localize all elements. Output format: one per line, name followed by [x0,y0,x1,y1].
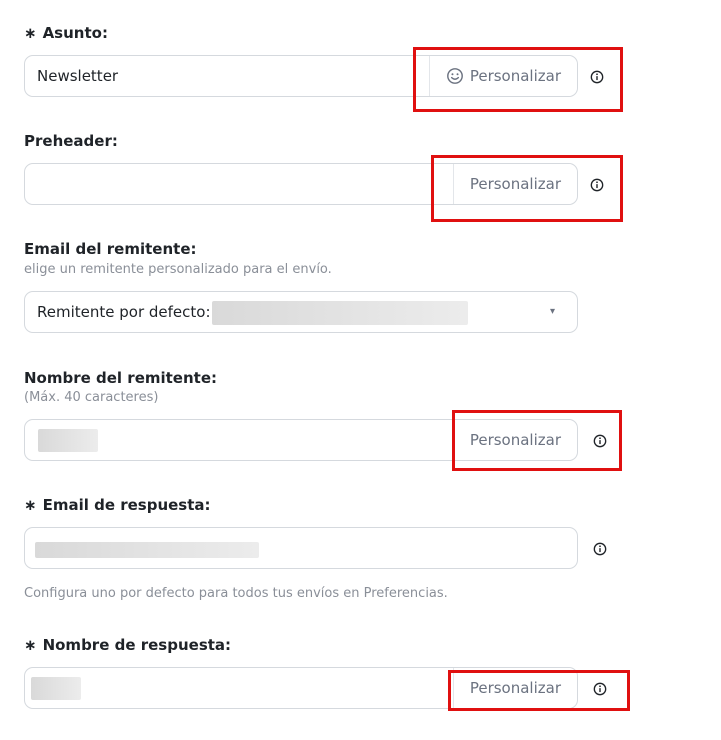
required-mark: ∗ [24,496,37,514]
highlight-box [413,47,623,112]
email-remitente-hint: elige un remitente personalizado para el… [24,262,332,277]
chevron-down-icon: ▾ [549,306,555,317]
info-circle-icon[interactable] [593,542,607,556]
redacted-email [212,301,468,325]
email-remitente-select[interactable]: Remitente por defecto: ▾ [24,291,578,333]
nombre-respuesta-label: ∗ Nombre de respuesta: [24,636,232,654]
email-respuesta-label: ∗ Email de respuesta: [24,496,211,514]
preheader-label: Preheader: [24,132,118,150]
email-respuesta-field[interactable] [24,527,578,569]
highlight-box [448,670,630,711]
redacted-name [31,677,81,700]
highlight-box [431,155,623,222]
nombre-remitente-label: Nombre del remitente: [24,369,218,387]
email-remitente-label: Email del remitente: [24,240,197,258]
redacted-name [38,429,98,452]
nombre-remitente-hint: (Máx. 40 caracteres) [24,390,159,405]
email-remitente-selected: Remitente por defecto: [37,303,211,321]
required-mark: ∗ [24,24,37,42]
redacted-email [35,542,259,558]
highlight-box [452,410,622,471]
asunto-input[interactable]: Newsletter [37,67,118,85]
asunto-label: ∗ Asunto: [24,24,108,42]
required-mark: ∗ [24,636,37,654]
email-respuesta-hint: Configura uno por defecto para todos tus… [24,586,448,601]
